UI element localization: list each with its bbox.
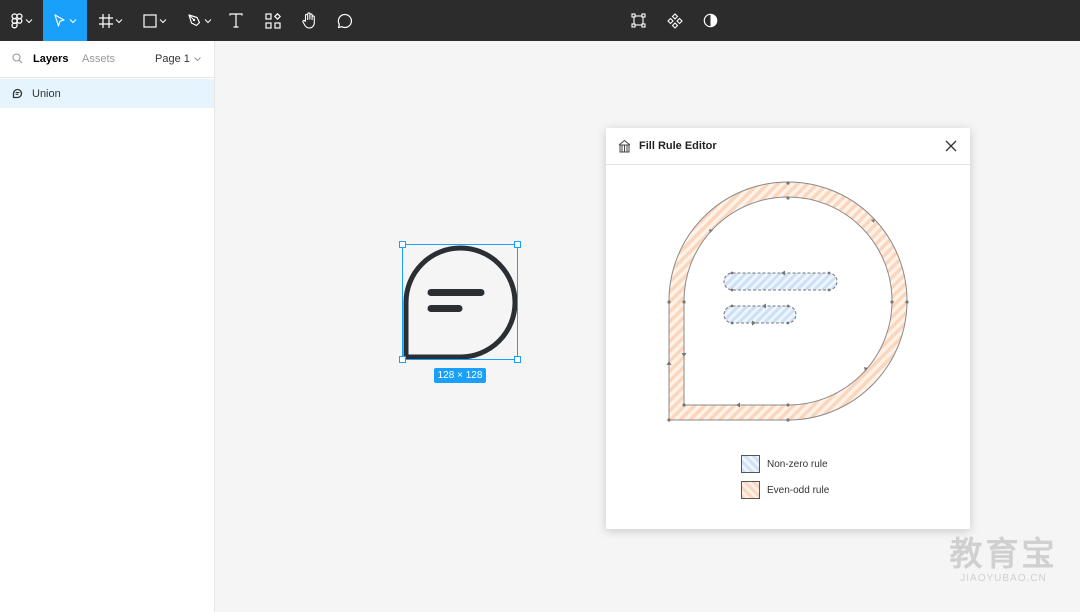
chevron-down-icon	[25, 18, 32, 23]
text-tool-button[interactable]	[224, 0, 248, 41]
resize-handle-se[interactable]	[514, 356, 521, 363]
figma-logo-icon	[10, 12, 23, 28]
dialog-header: Fill Rule Editor	[606, 128, 970, 165]
transform-icon	[630, 13, 646, 28]
figma-menu-button[interactable]	[0, 0, 43, 41]
text-icon	[229, 13, 243, 28]
mask-tool-button[interactable]	[698, 0, 722, 41]
plugin-icon	[618, 139, 631, 153]
search-icon[interactable]	[12, 53, 23, 64]
chevron-down-icon	[194, 57, 201, 62]
selection-box[interactable]	[399, 241, 521, 363]
rectangle-icon	[143, 13, 157, 28]
chevron-down-icon	[115, 18, 123, 23]
tab-layers[interactable]: Layers	[33, 53, 68, 65]
comment-tool-button[interactable]	[333, 0, 357, 41]
pen-tool-button[interactable]	[181, 0, 217, 41]
watermark-en: JIAOYUBAO.CN	[960, 573, 1047, 584]
layer-row-union[interactable]: Union	[0, 79, 214, 108]
contrast-icon	[703, 13, 717, 28]
resources-tool-button[interactable]	[261, 0, 285, 41]
watermark: 教育宝 JIAOYUBAO.CN	[946, 535, 1061, 584]
fill-rule-preview[interactable]	[606, 165, 970, 435]
layer-name: Union	[32, 87, 61, 100]
dialog-title: Fill Rule Editor	[639, 140, 717, 152]
tab-assets[interactable]: Assets	[82, 53, 115, 65]
close-icon[interactable]	[944, 139, 958, 153]
watermark-cn: 教育宝	[949, 535, 1058, 572]
component-tool-button[interactable]	[663, 0, 687, 41]
nonzero-bar-long[interactable]	[723, 272, 838, 291]
legend-swatch	[741, 481, 760, 499]
chevron-down-icon	[159, 18, 167, 23]
shape-tool-button[interactable]	[137, 0, 173, 41]
size-badge: 128 × 128	[434, 368, 486, 383]
pen-icon	[187, 14, 200, 27]
toolbar	[0, 0, 1080, 41]
frame-tool-button[interactable]	[93, 0, 129, 41]
boolean-icon	[12, 88, 23, 99]
page-selector[interactable]: Page 1	[155, 53, 202, 65]
panel-header: Layers Assets Page 1	[0, 41, 215, 78]
resources-icon	[265, 12, 281, 29]
legend-label: Non-zero rule	[767, 458, 828, 470]
nonzero-bar-short[interactable]	[723, 305, 797, 324]
chevron-down-icon	[204, 18, 211, 23]
legend-evenodd: Even-odd rule	[741, 481, 829, 499]
page-name: Page 1	[155, 53, 190, 65]
frame-icon	[99, 13, 113, 28]
legend-label: Even-odd rule	[767, 484, 830, 496]
resize-handle-ne[interactable]	[514, 241, 521, 248]
legend-swatch	[741, 455, 760, 473]
layers-panel: Layers Assets Page 1 Union	[0, 41, 215, 612]
transform-tool-button[interactable]	[626, 0, 650, 41]
move-tool-button[interactable]	[43, 0, 87, 41]
resize-handle-nw[interactable]	[399, 241, 406, 248]
resize-handle-sw[interactable]	[399, 356, 406, 363]
hand-tool-button[interactable]	[297, 0, 321, 41]
component-icon	[667, 12, 683, 29]
cursor-icon	[54, 13, 65, 27]
legend-nonzero: Non-zero rule	[741, 455, 828, 473]
chevron-down-icon	[69, 18, 77, 23]
fill-rule-editor-dialog: Fill Rule Editor Non-zero rule Even-odd …	[606, 128, 970, 529]
hand-icon	[302, 12, 315, 29]
comment-icon	[337, 13, 353, 28]
